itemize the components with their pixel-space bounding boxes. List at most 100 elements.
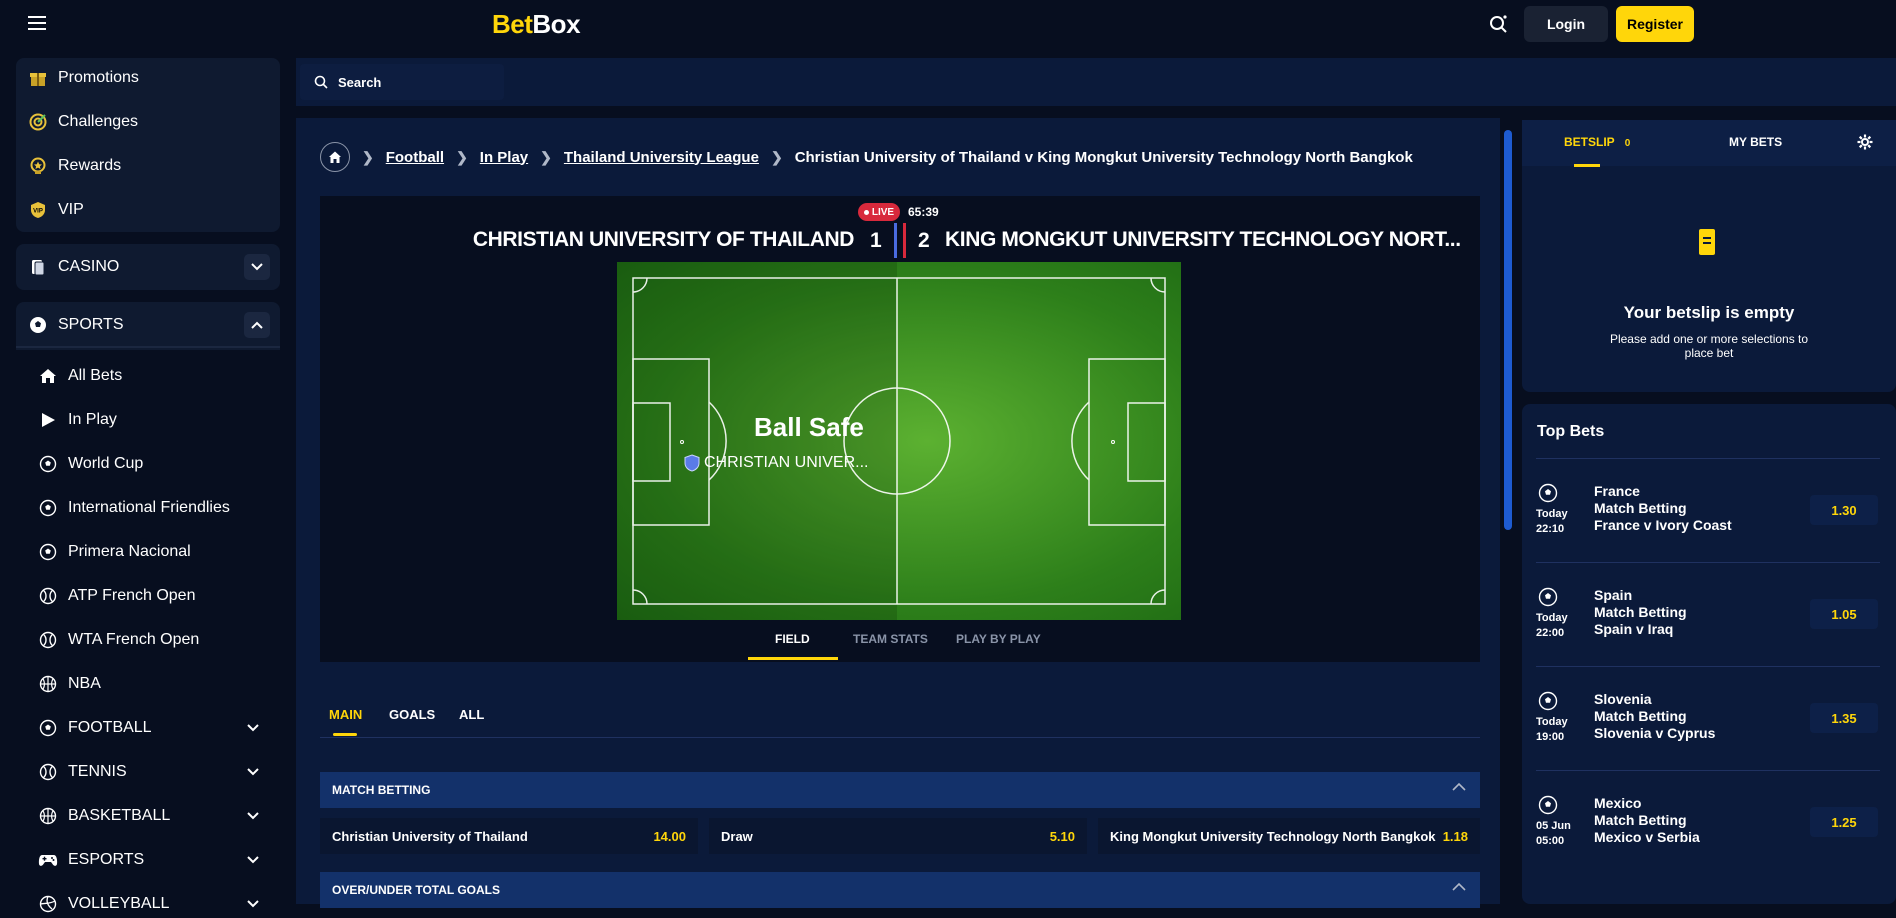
market-over-under-header[interactable]: OVER/UNDER TOTAL GOALS [320, 872, 1480, 908]
sidebar-item-rewards[interactable]: Rewards [28, 152, 121, 180]
active-tab-indicator [333, 733, 357, 736]
scrollbar[interactable] [1504, 118, 1512, 904]
chevron-right-icon: ❯ [456, 148, 468, 165]
medal-icon [28, 156, 48, 176]
chevron-up-icon[interactable] [1452, 782, 1466, 792]
tab-team-stats[interactable]: TEAM STATS [853, 632, 928, 646]
football-icon [1538, 795, 1558, 815]
sidebar-item-primera-nacional[interactable]: Primera Nacional [38, 538, 191, 566]
sidebar-item-casino[interactable]: CASINO [28, 253, 119, 281]
sidebar-item-volleyball[interactable]: VOLLEYBALL [38, 890, 169, 918]
tennis-icon [38, 586, 58, 606]
sidebar-item-atp-french-open[interactable]: ATP French Open [38, 582, 195, 610]
selection-home[interactable]: Christian University of Thailand 14.00 [320, 818, 698, 854]
home-color-bar [894, 223, 897, 258]
tab-all[interactable]: ALL [459, 707, 484, 722]
divider [16, 346, 280, 348]
chevron-down-icon[interactable] [240, 759, 266, 785]
tab-play-by-play[interactable]: PLAY BY PLAY [956, 632, 1041, 646]
shield-icon [684, 454, 700, 472]
gift-icon [28, 68, 48, 88]
play-icon [38, 410, 58, 430]
volleyball-icon [38, 894, 58, 914]
tab-my-bets[interactable]: MY BETS [1729, 135, 1782, 149]
top-bet-info[interactable]: France Match Betting France v Ivory Coast [1594, 483, 1732, 534]
scrollbar-thumb[interactable] [1504, 130, 1512, 530]
top-bet-date: Today 22:10 [1536, 508, 1568, 535]
top-bet-info[interactable]: Spain Match Betting Spain v Iraq [1594, 587, 1687, 638]
chevron-up-icon[interactable] [1452, 882, 1466, 892]
chevron-down-icon[interactable] [240, 847, 266, 873]
tab-main[interactable]: MAIN [329, 707, 362, 722]
sidebar-item-nba[interactable]: NBA [38, 670, 101, 698]
sidebar-item-sports[interactable]: SPORTS [28, 311, 124, 339]
basketball-icon [38, 806, 58, 826]
sidebar-item-esports[interactable]: ESPORTS [38, 846, 144, 874]
football-icon [1538, 483, 1558, 503]
match-clock: 65:39 [908, 205, 939, 219]
search-icon[interactable] [1488, 13, 1510, 35]
sidebar-item-vip[interactable]: VIP VIP [28, 196, 84, 224]
selection-away[interactable]: King Mongkut University Technology North… [1098, 818, 1480, 854]
chevron-right-icon: ❯ [770, 148, 783, 165]
breadcrumb-league[interactable]: Thailand University League [564, 149, 759, 166]
gear-icon[interactable] [1857, 134, 1873, 150]
house-icon [38, 366, 58, 386]
top-bet-odds-button[interactable]: 1.30 [1810, 495, 1878, 525]
top-bet-row: Today 22:00 Spain Match Betting Spain v Iraq… [1536, 562, 1880, 666]
home-icon[interactable] [320, 142, 350, 172]
football-icon [1538, 691, 1558, 711]
sidebar-item-all-bets[interactable]: All Bets [38, 362, 122, 390]
casino-group[interactable]: CASINO [16, 244, 280, 290]
away-color-bar [903, 223, 906, 258]
svg-text:VIP: VIP [33, 209, 43, 215]
selection-draw[interactable]: Draw 5.10 [709, 818, 1087, 854]
match-status: Ball Safe [754, 412, 864, 442]
promo-group: Promotions Challenges Rewards VIP VIP [16, 58, 280, 232]
breadcrumb-in-play[interactable]: In Play [480, 149, 528, 166]
top-bet-row: Today 19:00 Slovenia Match Betting Slovenia … [1536, 666, 1880, 770]
tab-betslip[interactable]: BETSLIP 0 [1564, 135, 1630, 149]
sidebar-item-in-play[interactable]: In Play [38, 406, 117, 434]
top-bets-title: Top Bets [1537, 423, 1605, 440]
register-button[interactable]: Register [1616, 6, 1694, 42]
football-icon [38, 718, 58, 738]
football-icon [1538, 587, 1558, 607]
search-input[interactable]: Search [300, 64, 504, 100]
sidebar-item-wta-french-open[interactable]: WTA French Open [38, 626, 199, 654]
pitch-lines [632, 277, 1166, 605]
gamepad-icon [38, 850, 58, 870]
basketball-icon [38, 674, 58, 694]
market-match-betting-header[interactable]: MATCH BETTING [320, 772, 1480, 808]
top-bet-info[interactable]: Mexico Match Betting Mexico v Serbia [1594, 795, 1700, 846]
pitch [617, 262, 1181, 620]
sidebar-item-world-cup[interactable]: World Cup [38, 450, 143, 478]
sidebar-item-tennis[interactable]: TENNIS [38, 758, 127, 786]
tab-goals[interactable]: GOALS [389, 707, 435, 722]
vip-shield-icon: VIP [28, 200, 48, 220]
search-icon [314, 75, 328, 89]
chevron-down-icon[interactable] [244, 254, 270, 280]
sidebar-item-football[interactable]: FOOTBALL [38, 714, 152, 742]
top-bet-odds-button[interactable]: 1.05 [1810, 599, 1878, 629]
chevron-up-icon[interactable] [244, 312, 270, 338]
breadcrumb-football[interactable]: Football [386, 149, 444, 166]
chevron-down-icon[interactable] [240, 891, 266, 917]
top-bet-date: Today 19:00 [1536, 716, 1568, 743]
top-bet-date: 05 Jun 05:00 [1536, 820, 1571, 847]
tennis-icon [38, 630, 58, 650]
home-score: 1 [870, 229, 882, 252]
sidebar-item-promotions[interactable]: Promotions [28, 64, 139, 92]
sidebar-item-international-friendlies[interactable]: International Friendlies [38, 494, 230, 522]
sidebar-item-basketball[interactable]: BASKETBALL [38, 802, 170, 830]
menu-icon[interactable] [28, 16, 46, 30]
sidebar-item-challenges[interactable]: Challenges [28, 108, 138, 136]
login-button[interactable]: Login [1524, 6, 1608, 42]
top-bet-odds-button[interactable]: 1.25 [1810, 807, 1878, 837]
chevron-down-icon[interactable] [240, 803, 266, 829]
tab-field[interactable]: FIELD [775, 632, 810, 646]
top-bet-odds-button[interactable]: 1.35 [1810, 703, 1878, 733]
betbox-logo[interactable]: BetBox [492, 9, 581, 40]
top-bet-info[interactable]: Slovenia Match Betting Slovenia v Cyprus [1594, 691, 1715, 742]
chevron-down-icon[interactable] [240, 715, 266, 741]
